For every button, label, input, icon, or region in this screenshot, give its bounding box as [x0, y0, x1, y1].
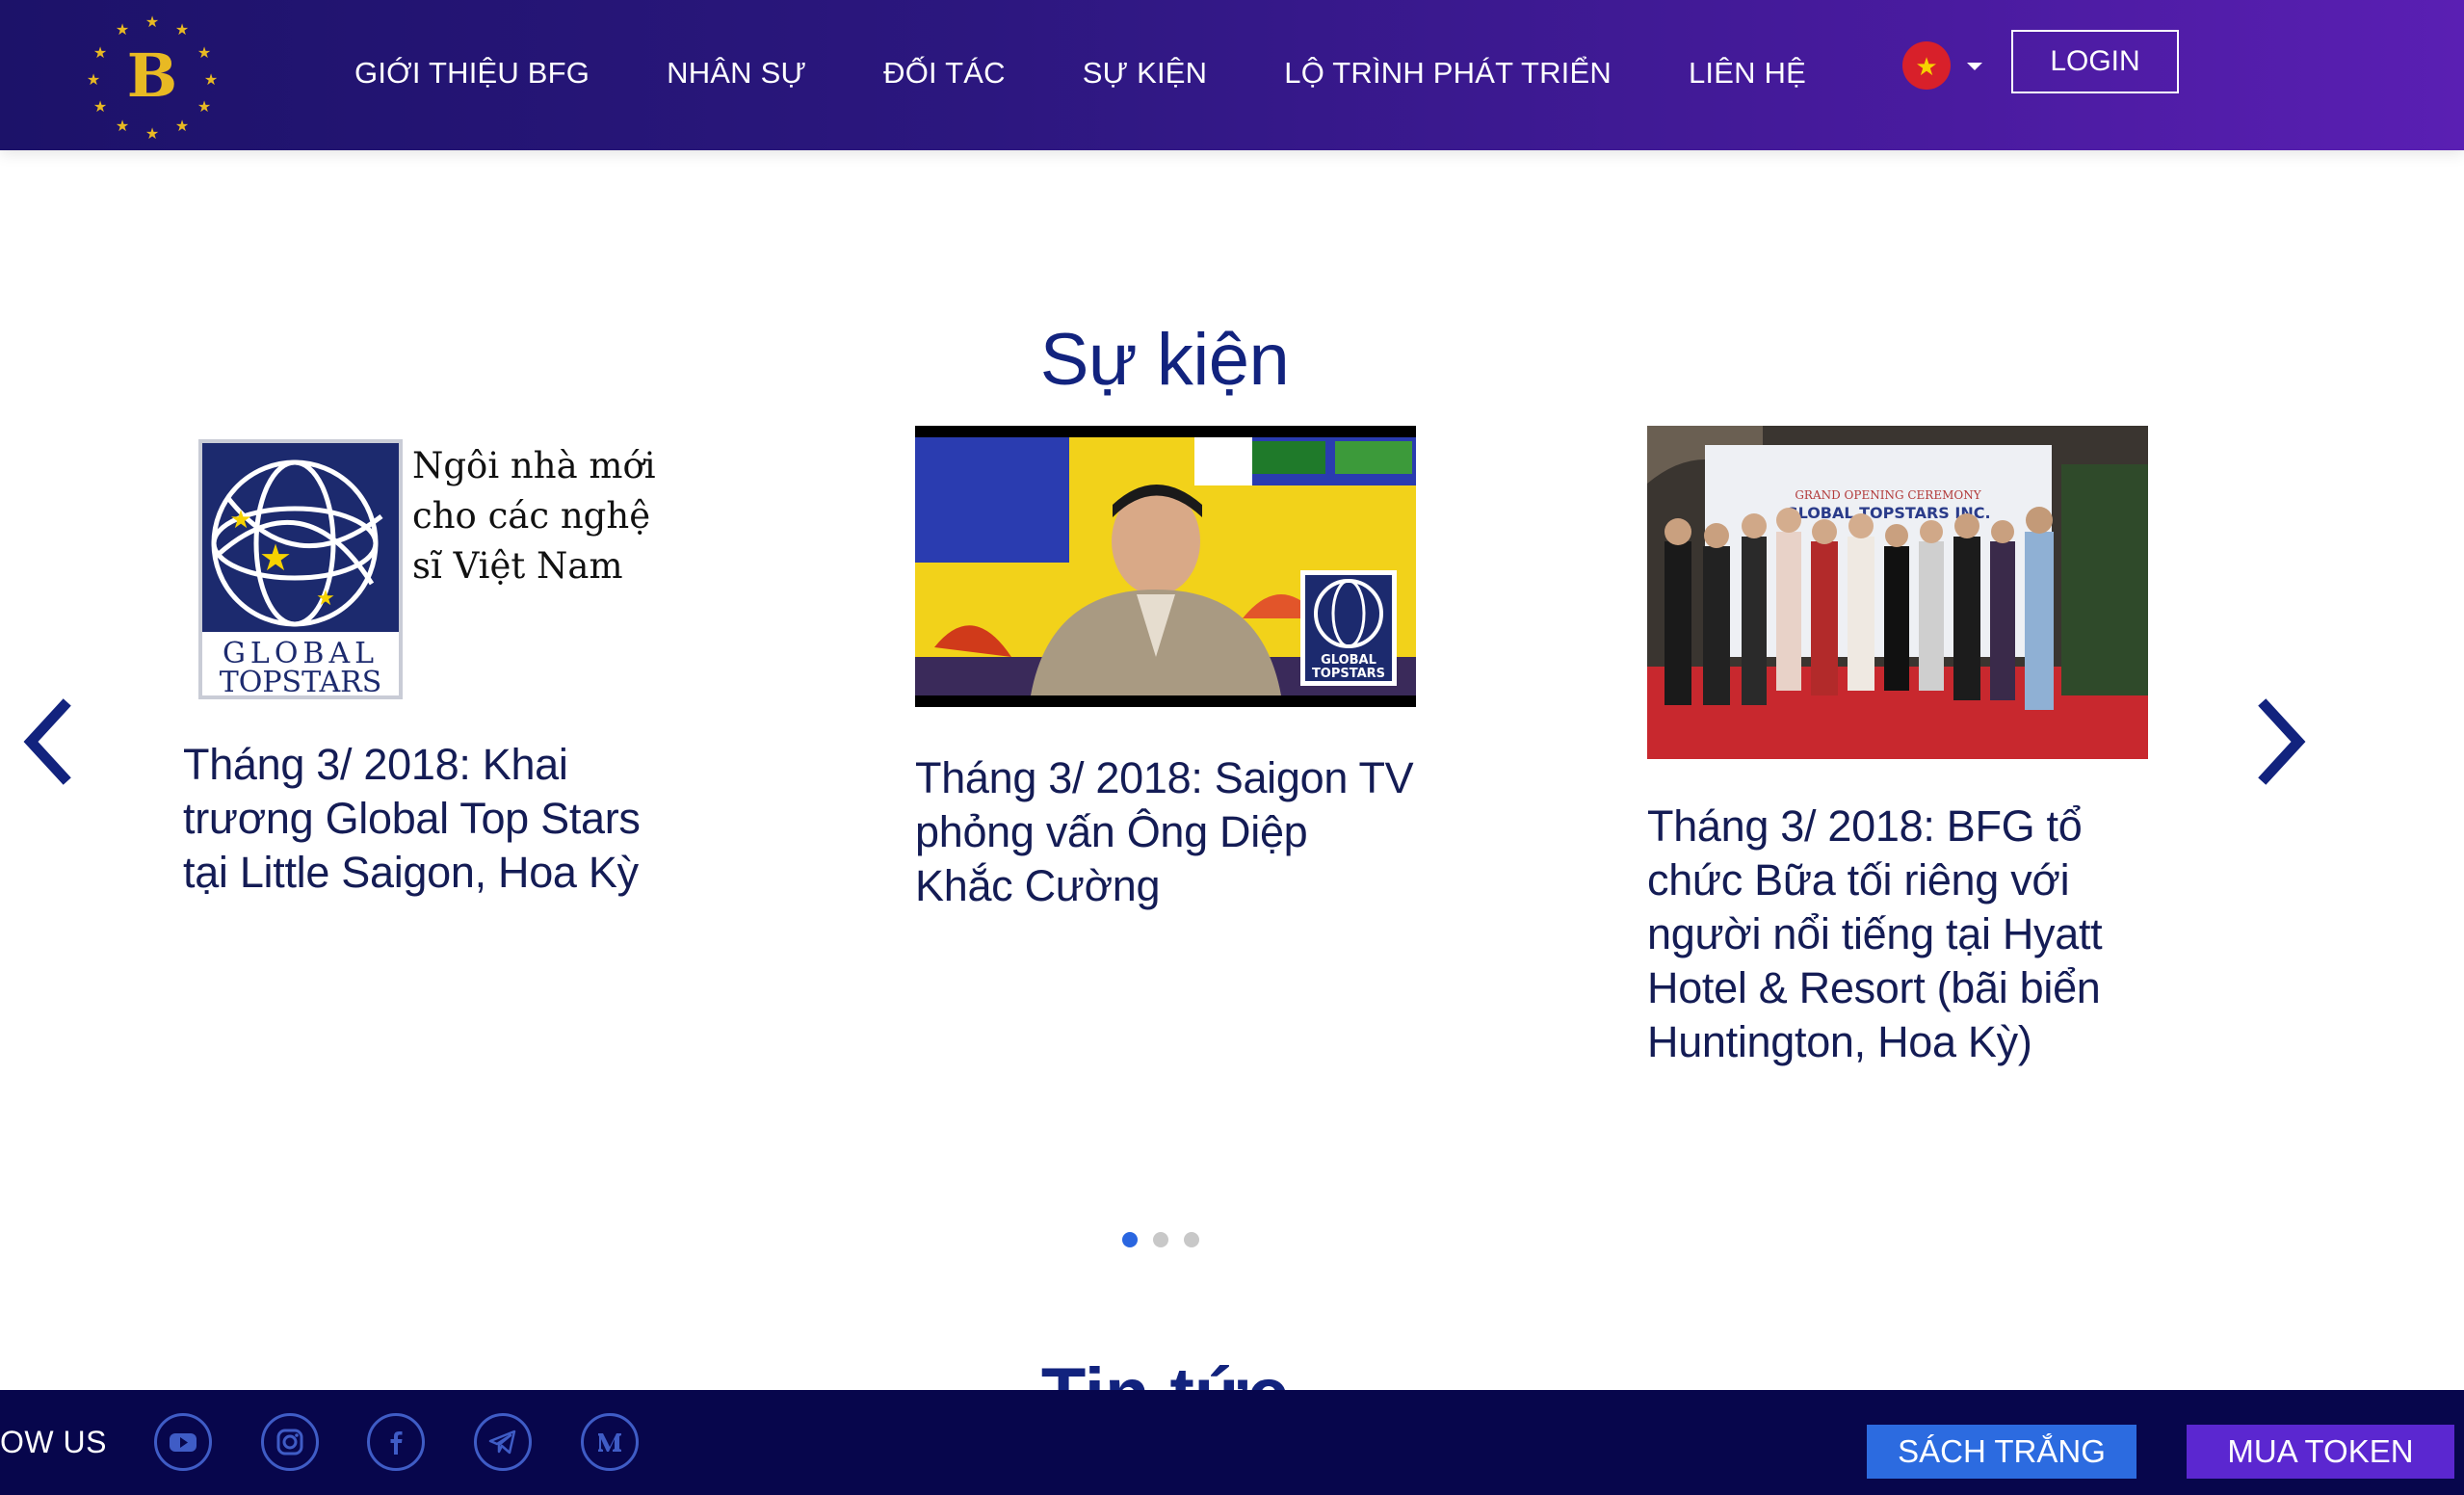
- brand-line-2: TOPSTARS: [220, 666, 382, 699]
- event-image: GRAND OPENING CEREMONY GLOBAL TOPSTARS I…: [1647, 426, 2148, 759]
- facebook-icon: [390, 1431, 403, 1455]
- event-card[interactable]: ★ ★ ★ GLOBAL TOPSTARS Ngôi nhà mới cho c…: [183, 426, 684, 900]
- main-nav: GIỚI THIỆU BFG NHÂN SỰ ĐỐI TÁC SỰ KIỆN L…: [354, 54, 1883, 92]
- svg-text:★: ★: [145, 124, 159, 143]
- global-topstars-logo: ★ ★ ★ GLOBAL TOPSTARS: [198, 439, 403, 699]
- event-title[interactable]: Tháng 3/ 2018: Khai trương Global Top St…: [183, 738, 684, 900]
- svg-text:★: ★: [175, 20, 189, 39]
- site-header: ★ ★ ★ ★ ★ ★ ★ ★ ★ ★ ★ ★ B GIỚI THIỆU BFG…: [0, 0, 2464, 150]
- logo-letter: B: [127, 40, 177, 111]
- language-selector[interactable]: ★: [1901, 40, 1988, 91]
- image-slogan: Ngôi nhà mới cho các nghệ sĩ Việt Nam: [412, 445, 656, 587]
- youtube-link[interactable]: [154, 1413, 212, 1471]
- nav-item-events[interactable]: SỰ KIỆN: [1083, 54, 1208, 92]
- banner-top: GRAND OPENING CEREMONY: [1795, 488, 1981, 502]
- svg-text:★: ★: [87, 70, 100, 89]
- nav-item-contact[interactable]: LIÊN HỆ: [1689, 54, 1806, 92]
- svg-text:★: ★: [116, 117, 129, 135]
- event-image: ★ ★ ★ GLOBAL TOPSTARS Ngôi nhà mới cho c…: [183, 426, 684, 705]
- youtube-icon: [170, 1433, 197, 1452]
- event-title[interactable]: Tháng 3/ 2018: BFG tổ chức Bữa tối riêng…: [1647, 800, 2148, 1069]
- chevron-right-icon: [2258, 698, 2306, 785]
- chevron-left-icon: [23, 698, 71, 785]
- medium-link[interactable]: [581, 1413, 639, 1471]
- svg-text:★: ★: [145, 13, 159, 31]
- chevron-down-icon: [1967, 63, 1982, 70]
- facebook-link[interactable]: [367, 1413, 425, 1471]
- telegram-link[interactable]: [474, 1413, 532, 1471]
- telegram-icon: [488, 1429, 516, 1455]
- nav-item-partners[interactable]: ĐỐI TÁC: [883, 54, 1006, 92]
- whitepaper-button[interactable]: SÁCH TRẮNG: [1867, 1425, 2136, 1479]
- event-card[interactable]: GRAND OPENING CEREMONY GLOBAL TOPSTARS I…: [1647, 426, 2148, 1069]
- brand-line-2: TOPSTARS: [1312, 667, 1385, 681]
- svg-text:★: ★: [316, 587, 335, 611]
- svg-text:★: ★: [204, 70, 218, 89]
- login-button[interactable]: LOGIN: [2011, 30, 2179, 93]
- events-section-title: Sự kiện: [1039, 319, 1290, 401]
- nav-item-team[interactable]: NHÂN SỰ: [667, 54, 806, 92]
- carousel-pagination: [1122, 1232, 1199, 1247]
- event-title[interactable]: Tháng 3/ 2018: Saigon TV phỏng vấn Ông D…: [915, 751, 1416, 913]
- svg-text:★: ★: [197, 97, 211, 116]
- event-image: GLOBAL TOPSTARS: [915, 426, 1416, 707]
- event-card[interactable]: GLOBAL TOPSTARS Tháng 3/ 2018: Saigon TV…: [915, 426, 1416, 913]
- svg-text:★: ★: [93, 97, 107, 116]
- interview-photo: GLOBAL TOPSTARS: [915, 426, 1416, 707]
- carousel-next-button[interactable]: [2250, 689, 2318, 795]
- pagination-dot[interactable]: [1184, 1232, 1199, 1247]
- pagination-dot-active[interactable]: [1122, 1232, 1138, 1247]
- nav-item-about[interactable]: GIỚI THIỆU BFG: [354, 54, 590, 92]
- svg-text:★: ★: [93, 43, 107, 62]
- svg-text:★: ★: [116, 20, 129, 39]
- group-photo: GRAND OPENING CEREMONY GLOBAL TOPSTARS I…: [1647, 426, 2148, 759]
- svg-text:★: ★: [175, 117, 189, 135]
- follow-us-label: OW US: [0, 1425, 107, 1459]
- svg-text:★: ★: [197, 43, 211, 62]
- instagram-icon: [276, 1429, 303, 1456]
- svg-text:★: ★: [229, 506, 251, 535]
- pagination-dot[interactable]: [1153, 1232, 1168, 1247]
- svg-text:★: ★: [1915, 53, 1937, 82]
- bfg-logo[interactable]: ★ ★ ★ ★ ★ ★ ★ ★ ★ ★ ★ ★ B: [85, 8, 220, 143]
- nav-item-roadmap[interactable]: LỘ TRÌNH PHÁT TRIỂN: [1284, 54, 1612, 92]
- vietnam-flag-icon: ★: [1902, 41, 1951, 90]
- carousel-prev-button[interactable]: [12, 689, 79, 795]
- brand-line-1: GLOBAL: [1321, 653, 1376, 668]
- buy-token-button[interactable]: MUA TOKEN: [2187, 1425, 2454, 1479]
- svg-text:★: ★: [259, 537, 292, 579]
- medium-icon: [598, 1433, 621, 1452]
- instagram-link[interactable]: [261, 1413, 319, 1471]
- sticky-footer-bar: OW US SÁCH TRẮNG MUA TOKEN: [0, 1390, 2464, 1495]
